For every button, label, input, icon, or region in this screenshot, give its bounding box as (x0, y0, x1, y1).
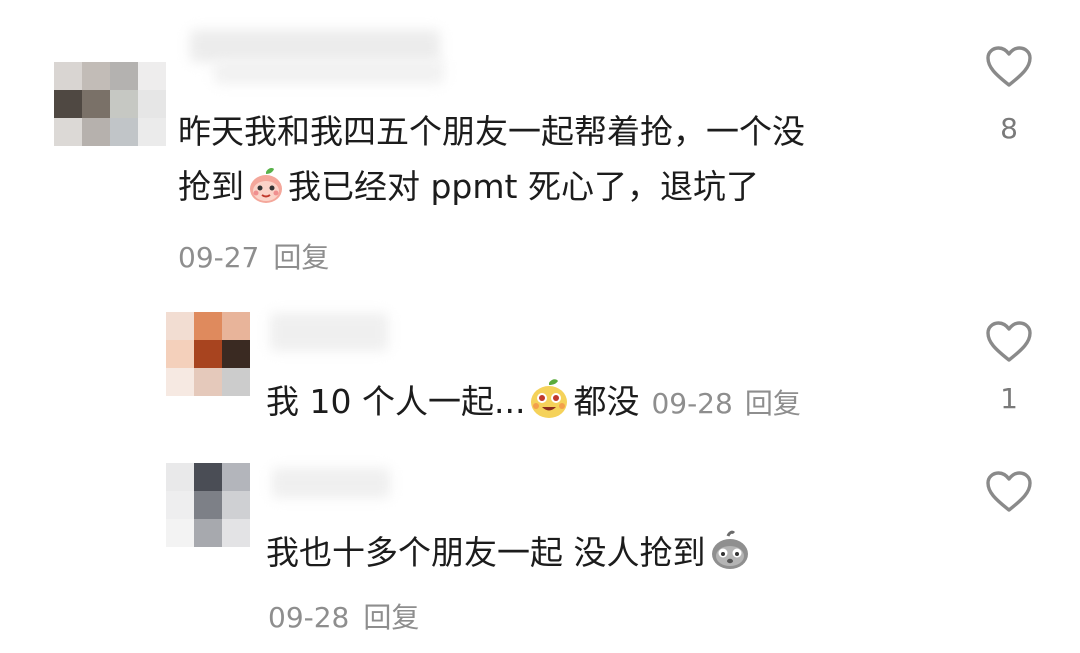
avatar-pixel (166, 519, 194, 547)
avatar-pixel (110, 90, 138, 118)
avatar[interactable] (166, 312, 250, 396)
avatar-pixel (194, 519, 222, 547)
username[interactable] (270, 313, 388, 351)
peach-grin-emoji (527, 377, 571, 437)
avatar-pixel (54, 62, 82, 90)
avatar-pixel (194, 312, 222, 340)
gray-sad-emoji (708, 528, 752, 588)
like-count: 1 (1000, 382, 1018, 415)
avatar-pixel (54, 90, 82, 118)
avatar-pixel (166, 312, 194, 340)
avatar-pixel (82, 118, 110, 146)
avatar-pixel (82, 90, 110, 118)
avatar-pixel (138, 90, 166, 118)
comment-text: 昨天我和我四五个朋友一起帮着抢，一个没 抢到 我已经对 ppmt 死心了，退坑了 (178, 104, 805, 222)
avatar[interactable] (166, 463, 250, 547)
avatar-pixel (222, 491, 250, 519)
avatar-pixel (222, 340, 250, 368)
comment-text: 我 10 个人一起... 都没 09-28 回复 (266, 374, 801, 437)
avatar-pixel (138, 118, 166, 146)
heart-outline-icon[interactable] (985, 470, 1033, 518)
avatar-pixel (222, 312, 250, 340)
avatar-pixel (222, 519, 250, 547)
avatar-pixel (194, 463, 222, 491)
reply-button[interactable]: 回复 (273, 241, 329, 274)
comment-text: 我也十多个朋友一起 没人抢到 (266, 525, 754, 588)
username-blur (214, 60, 444, 84)
comment-date: 09-27 (178, 241, 260, 274)
avatar-pixel (222, 368, 250, 396)
avatar[interactable] (54, 62, 166, 146)
avatar-pixel (82, 62, 110, 90)
comment-meta: 09-27 回复 (178, 236, 329, 276)
peach-emoji (246, 166, 286, 222)
avatar-pixel (110, 118, 138, 146)
heart-outline-icon[interactable] (985, 320, 1033, 368)
username[interactable] (272, 468, 390, 498)
reply-button[interactable]: 回复 (745, 387, 801, 420)
avatar-pixel (166, 463, 194, 491)
comment-date: 09-28 (651, 387, 733, 420)
avatar-pixel (166, 491, 194, 519)
reply-button[interactable]: 回复 (363, 601, 419, 634)
comment-date: 09-28 (268, 601, 350, 634)
avatar-pixel (194, 491, 222, 519)
avatar-pixel (54, 118, 82, 146)
comment-meta: 09-28 回复 (268, 596, 419, 636)
avatar-pixel (110, 62, 138, 90)
username[interactable] (190, 30, 440, 62)
avatar-pixel (194, 368, 222, 396)
avatar-pixel (138, 62, 166, 90)
avatar-pixel (194, 340, 222, 368)
heart-outline-icon[interactable] (985, 45, 1033, 93)
like-count: 8 (1000, 112, 1018, 145)
avatar-pixel (222, 463, 250, 491)
avatar-pixel (166, 340, 194, 368)
avatar-pixel (166, 368, 194, 396)
